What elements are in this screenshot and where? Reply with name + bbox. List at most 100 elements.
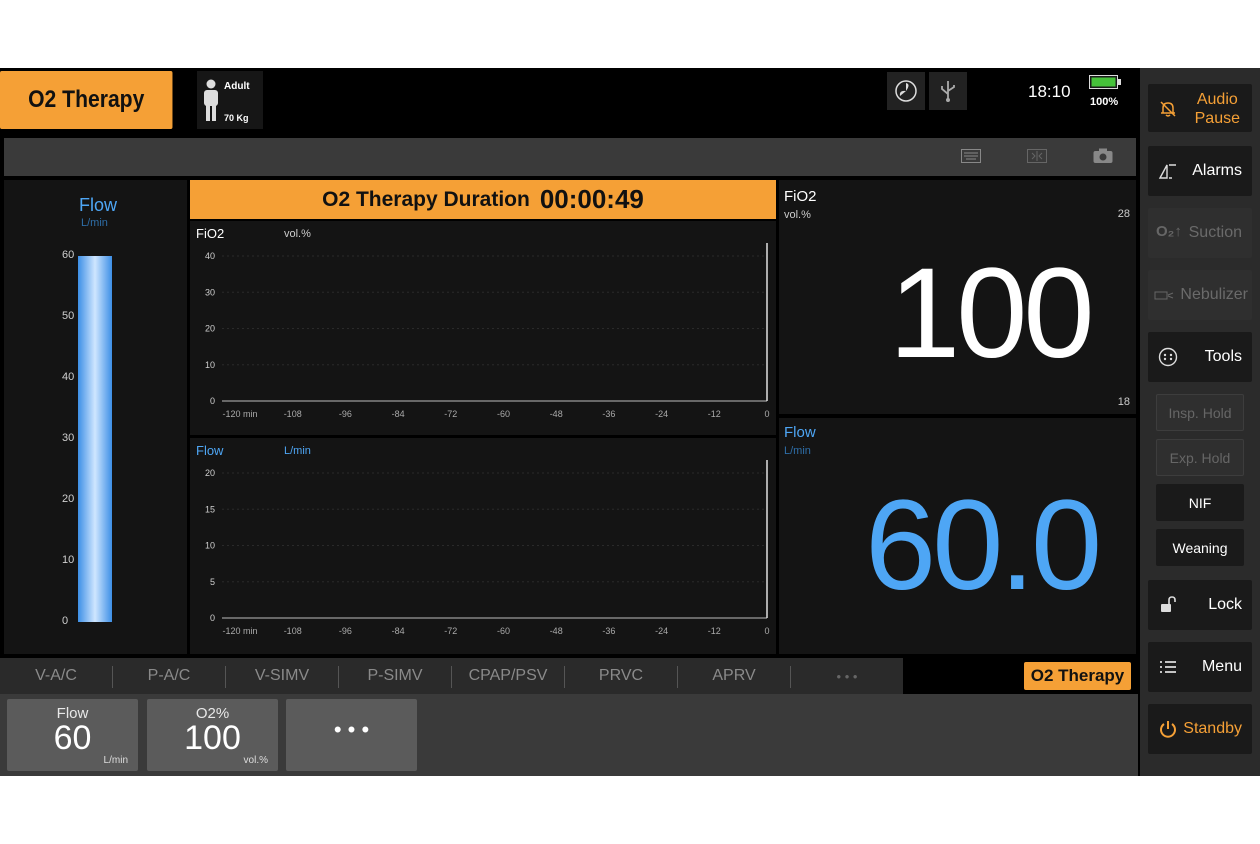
x-tick-label: 0 — [764, 626, 769, 636]
exp-hold-button[interactable]: Exp. Hold — [1156, 439, 1244, 476]
x-tick-label: -48 — [550, 409, 563, 419]
current-mode-badge[interactable]: O2 Therapy — [0, 71, 173, 129]
patient-info[interactable]: Adult 70 Kg — [197, 71, 263, 129]
alarm-limits-icon — [1158, 164, 1176, 179]
keyboard-icon[interactable] — [961, 149, 981, 163]
tab-o2-therapy[interactable]: O2 Therapy — [1024, 662, 1131, 690]
nebulizer-button[interactable]: Nebulizer — [1148, 270, 1252, 320]
fio2-trend-panel[interactable]: FiO2 vol.% 40 30 20 10 0 -120 min -108 -96 -84 -7… — [190, 221, 776, 435]
x-tick-label: -108 — [284, 409, 302, 419]
y-tick-label: 0 — [210, 613, 215, 623]
nif-button[interactable]: NIF — [1156, 484, 1244, 521]
tab-p-simv[interactable]: P-SIMV — [339, 658, 451, 694]
tools-icon — [1158, 347, 1178, 367]
standby-button[interactable]: Standby — [1148, 704, 1252, 754]
alarms-label: Alarms — [1192, 162, 1242, 179]
flow-bar-label: Flow — [79, 195, 118, 215]
x-tick-label: -60 — [497, 409, 510, 419]
tab-v-ac[interactable]: V-A/C — [0, 658, 112, 694]
mode-tabs: V-A/C P-A/C V-SIMV P-SIMV CPAP/PSV PRVC … — [0, 658, 1138, 694]
audio-pause-button[interactable]: Audio Pause — [1148, 84, 1252, 132]
flow-bar-tick-label: 30 — [62, 432, 75, 444]
weaning-button[interactable]: Weaning — [1156, 529, 1244, 566]
flow-monitor[interactable]: Flow L/min 60.0 — [779, 418, 1136, 654]
tools-label: Tools — [1204, 348, 1242, 365]
camera-icon[interactable] — [1093, 148, 1113, 164]
tab-v-simv[interactable]: V-SIMV — [226, 658, 338, 694]
x-tick-label: -72 — [444, 626, 457, 636]
lock-label: Lock — [1208, 596, 1242, 613]
o2-setting-key[interactable]: O2% 100 vol.% — [147, 699, 278, 771]
y-tick-label: 15 — [205, 504, 215, 514]
more-params-key[interactable]: • • • — [286, 699, 417, 771]
nebulizer-icon — [1154, 291, 1174, 300]
tab-aprv[interactable]: APRV — [678, 658, 790, 694]
flow-monitor-label: Flow — [784, 424, 816, 441]
duration-value: 00:00:49 — [539, 184, 644, 214]
tab-p-ac[interactable]: P-A/C — [113, 658, 225, 694]
more-params-dots: • • • — [333, 717, 370, 742]
y-tick-label: 10 — [205, 360, 215, 370]
flow-trend-panel[interactable]: Flow L/min 20 15 10 5 0 -120 min -108 -96 -84 -72… — [190, 438, 776, 654]
x-tick-label: -12 — [708, 409, 721, 419]
x-tick-label: -60 — [497, 626, 510, 636]
nebulizer-label: Nebulizer — [1180, 286, 1248, 303]
sidebar: Audio Pause Alarms O₂↑ Suction Nebulizer… — [1140, 68, 1260, 776]
insp-hold-button[interactable]: Insp. Hold — [1156, 394, 1244, 431]
fio2-monitor-unit: vol.% — [784, 209, 811, 221]
flow-bar-tick-label: 20 — [62, 493, 75, 505]
battery-percent: 100% — [1090, 96, 1119, 108]
patient-type: Adult — [224, 81, 250, 92]
o2-setting-value: 100 — [184, 719, 241, 757]
power-icon — [1160, 721, 1176, 738]
flow-bar-tick-label: 40 — [62, 371, 75, 383]
usb-icon — [929, 72, 967, 110]
flow-bar-tick-label: 60 — [62, 249, 75, 261]
x-tick-label: -96 — [339, 626, 352, 636]
freeze-icon[interactable] — [1027, 149, 1047, 163]
alarms-button[interactable]: Alarms — [1148, 146, 1252, 196]
x-tick-label: -36 — [602, 409, 615, 419]
fio2-trend-graph: 40 30 20 10 0 -120 min -108 -96 -84 -72 -60 -48 -36 -… — [205, 243, 770, 419]
y-tick-label: 40 — [205, 251, 215, 261]
battery-icon — [1089, 75, 1121, 89]
audio-pause-label-1: Audio — [1196, 91, 1238, 108]
flow-setting-unit: L/min — [103, 755, 128, 766]
suction-button[interactable]: O₂↑ Suction — [1148, 208, 1252, 258]
tools-button[interactable]: Tools — [1148, 332, 1252, 382]
flow-bar-track — [78, 256, 112, 622]
x-tick-label: -120 min — [222, 409, 257, 419]
flow-bar-tick-label: 10 — [62, 554, 75, 566]
lock-button[interactable]: Lock — [1148, 580, 1252, 630]
y-tick-label: 20 — [205, 468, 215, 478]
flow-value: 60.0 — [865, 474, 1102, 617]
duration-label: O2 Therapy Duration — [322, 187, 530, 211]
toolbar — [4, 138, 1136, 176]
x-tick-label: -24 — [655, 409, 668, 419]
audio-pause-label-2: Pause — [1194, 110, 1240, 127]
fio2-lower-limit: 18 — [1117, 396, 1130, 408]
flow-trend-graph: 20 15 10 5 0 -120 min -108 -96 -84 -72 -60 -48 -36 -2… — [205, 460, 770, 636]
x-tick-label: 0 — [764, 409, 769, 419]
patient-icon — [204, 79, 218, 121]
menu-button[interactable]: Menu — [1148, 642, 1252, 692]
tab-prvc[interactable]: PRVC — [565, 658, 677, 694]
clock: 18:10 — [1028, 82, 1071, 101]
menu-label: Menu — [1201, 658, 1242, 675]
tab-cpap-psv[interactable]: CPAP/PSV — [452, 658, 564, 694]
flow-setting-value: 60 — [53, 719, 92, 757]
fio2-monitor-label: FiO2 — [784, 188, 817, 205]
x-tick-label: -12 — [708, 626, 721, 636]
x-tick-label: -72 — [444, 409, 457, 419]
tab-more-modes[interactable]: • • • — [791, 658, 903, 694]
fio2-value: 100 — [889, 242, 1095, 385]
unlock-icon — [1161, 596, 1176, 612]
flow-bar-tick-label: 50 — [62, 310, 75, 322]
x-tick-label: -120 min — [222, 626, 257, 636]
flow-setting-key[interactable]: Flow 60 L/min — [7, 699, 138, 771]
x-tick-label: -36 — [602, 626, 615, 636]
fio2-monitor[interactable]: FiO2 vol.% 28 18 100 — [779, 180, 1136, 414]
y-tick-label: 20 — [205, 324, 215, 334]
o2-suction-icon: O₂↑ — [1156, 223, 1182, 240]
flow-monitor-unit: L/min — [784, 445, 811, 457]
